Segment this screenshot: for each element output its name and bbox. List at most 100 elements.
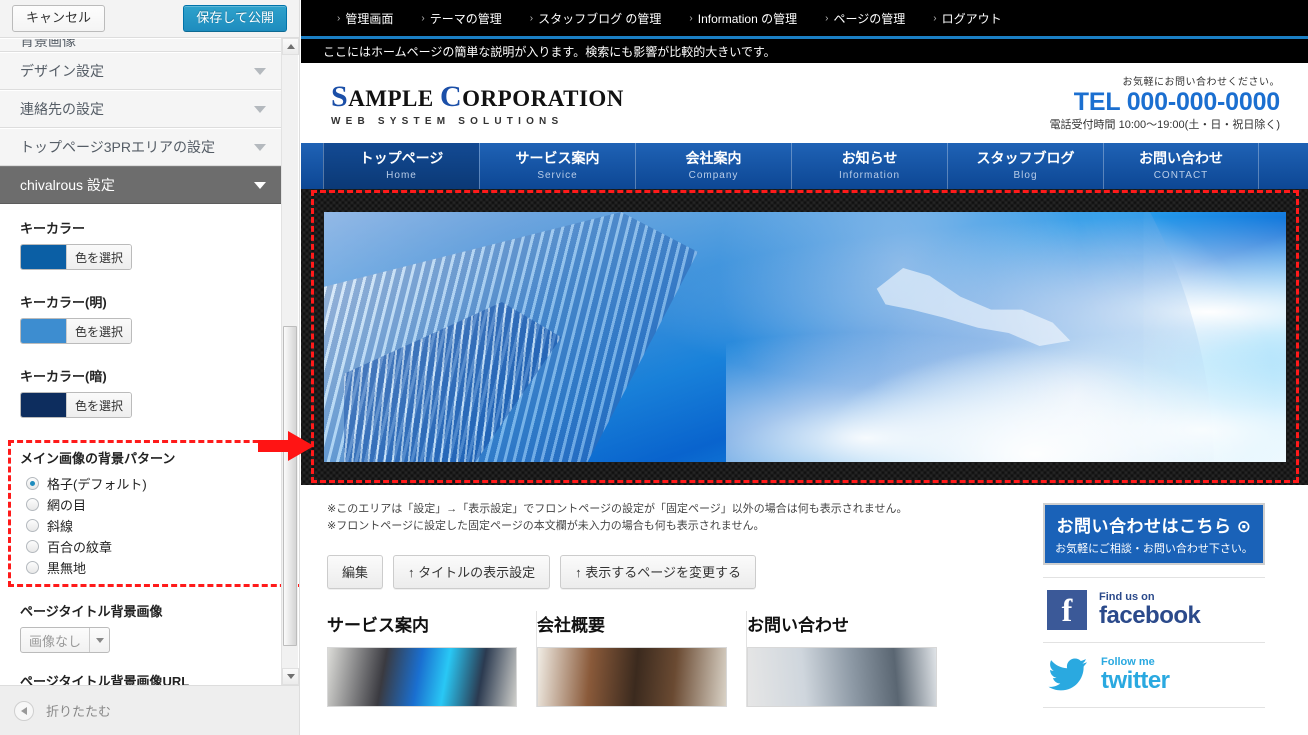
- pr-title-service: サービス案内: [327, 616, 429, 636]
- facebook-widget[interactable]: f Find us on facebook: [1043, 577, 1265, 643]
- nav-item-blog[interactable]: スタッフブログ Blog: [947, 143, 1103, 189]
- adminbar-item-theme[interactable]: › テーマの管理: [407, 10, 515, 27]
- chevron-right-icon: ›: [933, 12, 937, 24]
- panel-row-toppage-3pr-settings[interactable]: トップページ3PRエリアの設定: [0, 128, 282, 166]
- chevron-right-icon: ›: [421, 12, 425, 24]
- radio-option-mesh[interactable]: 網の目: [26, 495, 262, 514]
- radio-option-plain-black[interactable]: 黒無地: [26, 558, 262, 577]
- twitter-brand-text: twitter: [1101, 666, 1170, 694]
- twitter-bird-icon: [1047, 655, 1089, 695]
- red-arrow-annotation: [258, 431, 314, 461]
- chevron-right-icon: ›: [529, 12, 534, 24]
- color-pick-button[interactable]: 色を選択: [66, 393, 132, 417]
- radio-button-icon[interactable]: [26, 561, 39, 574]
- adminbar-label-dashboard: 管理画面: [345, 11, 394, 26]
- panel-row-background-image[interactable]: 背景画像: [0, 38, 282, 52]
- field-main-image-bg-pattern: メイン画像の背景パターン 格子(デフォルト) 網の目 斜線 百合の紋章 黒無地: [8, 440, 299, 587]
- nav-item-company[interactable]: 会社案内 Company: [635, 143, 791, 189]
- nav-item-information[interactable]: お知らせ Information: [791, 143, 947, 189]
- pr-column-service[interactable]: サービス案内: [327, 611, 537, 708]
- scroll-down-button[interactable]: [282, 668, 299, 685]
- field-key-color-dark: キーカラー(暗) 色を選択: [20, 366, 262, 422]
- field-label-key-color: キーカラー: [20, 221, 86, 236]
- radio-label-lattice: 格子(デフォルト): [47, 477, 147, 492]
- customizer-footer: 折りたたむ: [0, 685, 299, 735]
- adminbar-item-staffblog[interactable]: › スタッフブログ の管理: [516, 10, 676, 27]
- chevron-right-icon: ›: [825, 12, 829, 24]
- color-pick-button[interactable]: 色を選択: [66, 245, 132, 269]
- radio-button-icon[interactable]: [26, 519, 39, 532]
- sidebar-widgets: お問い合わせはこちら ⊙ お気軽にご相談・お問い合わせ下さい。 f Find u…: [1027, 501, 1285, 708]
- twitter-wordmark: Follow me twitter: [1101, 656, 1170, 694]
- select-page-title-bg-image[interactable]: 画像なし: [20, 627, 111, 653]
- change-displayed-page-button[interactable]: ↑ 表示するページを変更する: [560, 555, 756, 590]
- nav-label-information-ja: お知らせ: [841, 150, 898, 167]
- adminbar-item-pages[interactable]: › ページの管理: [811, 10, 919, 27]
- radio-option-lattice[interactable]: 格子(デフォルト): [26, 474, 262, 493]
- panel-row-design-settings[interactable]: デザイン設定: [0, 52, 282, 90]
- nav-label-contact-ja: お問い合わせ: [1139, 150, 1223, 167]
- edit-button-group: 編集 ↑ タイトルの表示設定 ↑ 表示するページを変更する: [327, 555, 1027, 590]
- three-column-pr-area: サービス案内 会社概要 お問い合わせ: [327, 611, 1027, 708]
- hero-image: [323, 212, 1286, 462]
- adminbar-label-logout: ログアウト: [941, 11, 1002, 26]
- logo-corporation-initial: C: [440, 80, 463, 113]
- nav-label-information-en: Information: [838, 169, 901, 181]
- contact-banner[interactable]: お問い合わせはこちら ⊙ お気軽にご相談・お問い合わせ下さい。: [1043, 503, 1265, 565]
- adminbar-label-staffblog: スタッフブログ の管理: [538, 11, 662, 26]
- nav-label-home-ja: トップページ: [359, 150, 444, 167]
- radio-button-icon[interactable]: [26, 540, 39, 553]
- nav-item-contact[interactable]: お問い合わせ CONTACT: [1103, 143, 1259, 189]
- title-display-settings-button[interactable]: ↑ タイトルの表示設定: [393, 555, 551, 590]
- color-pick-button[interactable]: 色を選択: [66, 319, 132, 343]
- panel-row-chivalrous-settings[interactable]: chivalrous 設定: [0, 166, 282, 204]
- facebook-brand-text: facebook: [1099, 601, 1201, 629]
- note-line-1: ※このエリアは「設定」→「表示設定」でフロントページの設定が「固定ページ」以外の…: [327, 503, 908, 515]
- customizer-scrollbar[interactable]: [281, 38, 299, 685]
- nav-item-service[interactable]: サービス案内 Service: [479, 143, 635, 189]
- twitter-widget[interactable]: Follow me twitter: [1043, 643, 1265, 708]
- customizer-scroll-area[interactable]: 背景画像 デザイン設定 連絡先の設定 トップページ3PRエリアの設定 chiva…: [0, 38, 299, 685]
- logo-tagline: WEB SYSTEM SOLUTIONS: [331, 116, 564, 127]
- radio-button-icon[interactable]: [26, 477, 39, 490]
- screen: キャンセル 保存して公開 背景画像 デザイン設定 連絡先の設定 トップページ3P…: [0, 0, 1308, 735]
- color-picker-key-color[interactable]: 色を選択: [20, 244, 133, 270]
- color-picker-key-color-dark[interactable]: 色を選択: [20, 392, 133, 418]
- color-picker-key-color-light[interactable]: 色を選択: [20, 318, 133, 344]
- radio-button-icon[interactable]: [26, 498, 39, 511]
- scrollbar-thumb[interactable]: [283, 326, 297, 646]
- nav-label-service-en: Service: [537, 169, 578, 181]
- pr-column-company[interactable]: 会社概要: [537, 611, 747, 708]
- color-swatch-key-color-light: [21, 319, 66, 343]
- nav-label-service-ja: サービス案内: [515, 150, 600, 167]
- color-swatch-key-color-dark: [21, 393, 66, 417]
- field-label-bg-pattern: メイン画像の背景パターン: [20, 451, 176, 466]
- pr-column-contact[interactable]: お問い合わせ: [747, 611, 957, 708]
- nav-item-home[interactable]: トップページ Home: [323, 143, 479, 189]
- scroll-up-button[interactable]: [282, 38, 299, 55]
- radio-option-fleur-de-lis[interactable]: 百合の紋章: [26, 537, 262, 556]
- cancel-button[interactable]: キャンセル: [12, 5, 106, 32]
- save-and-publish-button[interactable]: 保存して公開: [183, 5, 287, 32]
- radio-option-diagonal[interactable]: 斜線: [26, 516, 262, 535]
- theme-customizer-panel: キャンセル 保存して公開 背景画像 デザイン設定 連絡先の設定 トップページ3P…: [0, 0, 300, 735]
- site-logo[interactable]: SAMPLE CORPORATION WEB SYSTEM SOLUTIONS: [331, 78, 624, 128]
- hero-section: [301, 189, 1308, 485]
- logo-sample-initial: S: [331, 80, 349, 113]
- edit-button[interactable]: 編集: [327, 555, 384, 590]
- radio-label-diagonal: 斜線: [47, 519, 74, 534]
- contact-banner-title: お問い合わせはこちら ⊙: [1056, 517, 1252, 536]
- adminbar-item-dashboard[interactable]: › 管理画面: [323, 10, 407, 27]
- contact-banner-subtitle: お気軽にご相談・お問い合わせ下さい。: [1055, 543, 1253, 555]
- adminbar-item-information[interactable]: › Information の管理: [675, 10, 811, 27]
- collapse-arrow-icon[interactable]: [14, 700, 34, 721]
- panel-row-contact-settings[interactable]: 連絡先の設定: [0, 90, 282, 128]
- nav-label-blog-ja: スタッフブログ: [976, 150, 1075, 167]
- nav-label-company-en: Company: [688, 169, 739, 181]
- adminbar-label-theme: テーマの管理: [429, 11, 502, 26]
- facebook-icon: f: [1047, 590, 1087, 630]
- pr-title-contact: お問い合わせ: [747, 616, 849, 636]
- adminbar-item-logout[interactable]: › ログアウト: [919, 10, 1015, 27]
- field-label-key-color-dark: キーカラー(暗): [20, 369, 107, 384]
- color-swatch-key-color: [21, 245, 66, 269]
